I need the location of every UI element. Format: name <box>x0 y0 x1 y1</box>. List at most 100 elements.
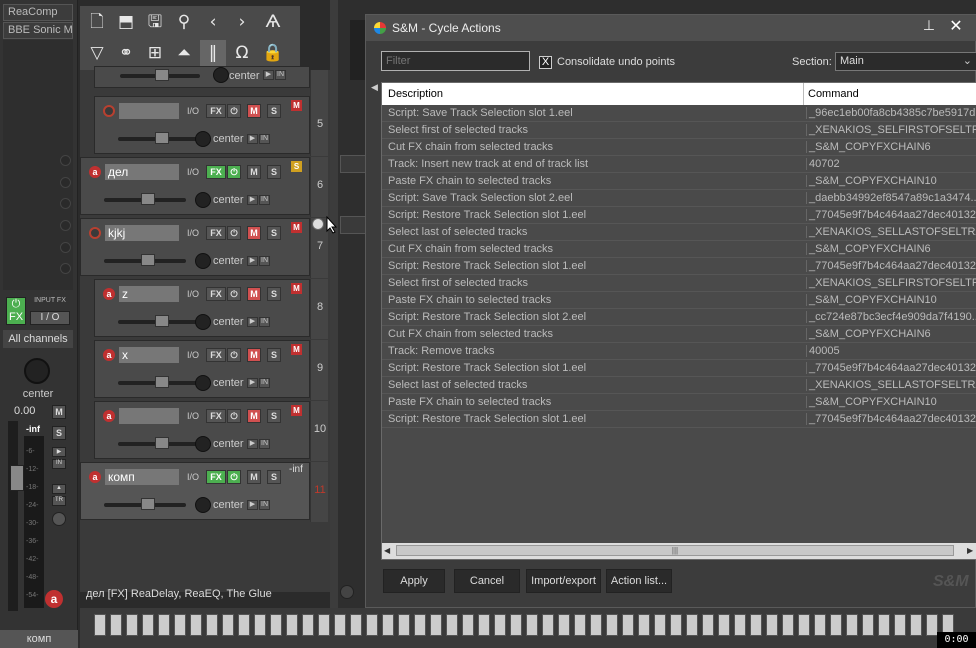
key-slot[interactable] <box>254 614 266 636</box>
list-item[interactable]: Paste FX chain to selected tracks _S&M_CO… <box>382 292 976 309</box>
track-panel[interactable]: a x I/O FX ⏻ M Scenter ▶ IN <box>94 340 310 398</box>
key-slot[interactable] <box>318 614 330 636</box>
close-icon[interactable]: ✕ <box>944 16 968 38</box>
key-slot[interactable] <box>366 614 378 636</box>
play-icon[interactable]: ▶ <box>247 439 258 449</box>
new-project-icon[interactable]: 🗋 <box>84 9 110 35</box>
list-item[interactable]: Script: Save Track Selection slot 2.eel _… <box>382 190 976 207</box>
key-slot[interactable] <box>206 614 218 636</box>
track-name-field[interactable]: дел <box>105 164 179 180</box>
key-slot[interactable] <box>190 614 202 636</box>
pan-knob[interactable] <box>195 192 211 208</box>
solo-button[interactable]: S <box>267 226 281 240</box>
io-button[interactable]: I/O <box>183 166 203 179</box>
save-icon[interactable]: 🖫 <box>142 9 168 35</box>
io-button[interactable]: I/O <box>183 288 203 301</box>
key-slot[interactable] <box>478 614 490 636</box>
import-export-button[interactable]: Import/export <box>526 569 601 593</box>
key-slot[interactable] <box>222 614 234 636</box>
key-slot[interactable] <box>542 614 554 636</box>
filter-icon[interactable]: ▽ <box>84 40 110 66</box>
io-button[interactable]: I/O <box>183 105 203 118</box>
fx-bypass-icon[interactable]: ⏻ <box>227 165 241 179</box>
action-list-button[interactable]: Action list... <box>606 569 672 593</box>
record-arm-button[interactable]: a <box>103 288 115 300</box>
mute-button[interactable]: M <box>247 104 261 118</box>
key-slot[interactable] <box>558 614 570 636</box>
key-slot[interactable] <box>894 614 906 636</box>
input-button[interactable]: IN <box>52 459 66 469</box>
grid-icon[interactable]: ⊞ <box>142 40 168 66</box>
key-slot[interactable] <box>430 614 442 636</box>
volume-slider-thumb[interactable] <box>141 498 155 510</box>
solo-button[interactable]: S <box>267 165 281 179</box>
fx-enable-button[interactable]: ⏻ FX <box>6 297 26 325</box>
key-slot[interactable] <box>238 614 250 636</box>
attach-icon[interactable]: ⚲ <box>171 9 197 35</box>
track-panel[interactable]: a комп I/O FX ⏻ M Scenter ▶ IN <box>80 462 310 520</box>
record-arm-button[interactable]: a <box>45 590 63 608</box>
command-column-header[interactable]: Command <box>808 88 859 100</box>
pan-knob[interactable] <box>195 497 211 513</box>
key-slot[interactable] <box>446 614 458 636</box>
consolidate-checkbox[interactable]: X <box>539 56 552 69</box>
play-icon[interactable]: ▶ <box>263 70 274 80</box>
mute-button[interactable]: M <box>247 165 261 179</box>
fx-slot-2[interactable]: BBE Sonic M <box>3 22 73 39</box>
key-slot[interactable] <box>590 614 602 636</box>
key-slot[interactable] <box>510 614 522 636</box>
input-button[interactable]: IN <box>259 317 270 327</box>
play-icon[interactable]: ▶ <box>247 378 258 388</box>
input-button[interactable]: IN <box>259 134 270 144</box>
key-slot[interactable] <box>734 614 746 636</box>
snap-grid-icon[interactable]: ‖ <box>200 40 226 66</box>
fx-button[interactable]: FX <box>206 348 226 362</box>
key-slot[interactable] <box>654 614 666 636</box>
track-name-field[interactable]: kjkj <box>105 225 179 241</box>
list-item[interactable]: Select first of selected tracks _XENAKIOS… <box>382 122 976 139</box>
list-item[interactable]: Script: Restore Track Selection slot 2.e… <box>382 309 976 326</box>
record-arm-button[interactable] <box>89 227 101 239</box>
splitter[interactable] <box>330 0 338 648</box>
volume-slider-thumb[interactable] <box>155 437 169 449</box>
collapse-arrow-icon[interactable]: ◀ <box>371 82 379 102</box>
column-divider[interactable] <box>803 83 804 105</box>
list-item[interactable]: Script: Restore Track Selection slot 1.e… <box>382 360 976 377</box>
volume-slider-thumb[interactable] <box>155 132 169 144</box>
key-slot[interactable] <box>638 614 650 636</box>
scroll-left-icon[interactable] <box>340 585 354 599</box>
play-icon[interactable]: ▶ <box>247 134 258 144</box>
trim-button[interactable]: TR <box>52 496 66 506</box>
pan-knob[interactable] <box>24 358 50 384</box>
solo-button[interactable]: S <box>267 470 281 484</box>
key-slot[interactable] <box>830 614 842 636</box>
fx-bypass-icon[interactable]: ⏻ <box>227 287 241 301</box>
input-button[interactable]: IN <box>259 195 270 205</box>
list-item[interactable]: Select last of selected tracks _XENAKIOS_… <box>382 224 976 241</box>
pan-knob[interactable] <box>213 67 229 83</box>
fx-bypass-icon[interactable]: ⏻ <box>227 470 241 484</box>
track-name-field[interactable]: z <box>119 286 179 302</box>
key-slot[interactable] <box>702 614 714 636</box>
mute-button[interactable]: M <box>52 405 66 419</box>
fx-button[interactable]: FX <box>206 226 226 240</box>
volume-slider-thumb[interactable] <box>141 193 155 205</box>
key-slot[interactable] <box>686 614 698 636</box>
razor-icon[interactable]: Ѧ <box>260 9 286 35</box>
record-arm-button[interactable]: a <box>103 410 115 422</box>
key-slot[interactable] <box>750 614 762 636</box>
list-item[interactable]: Cut FX chain from selected tracks _S&M_CO… <box>382 241 976 258</box>
section-select[interactable]: Main ⌄ <box>835 52 976 71</box>
key-slot[interactable] <box>270 614 282 636</box>
io-button[interactable]: I/O <box>183 471 203 484</box>
mute-button[interactable]: M <box>247 409 261 423</box>
key-slot[interactable] <box>110 614 122 636</box>
key-slot[interactable] <box>94 614 106 636</box>
key-slot[interactable] <box>862 614 874 636</box>
key-slot[interactable] <box>494 614 506 636</box>
list-item[interactable]: Select last of selected tracks _XENAKIOS_… <box>382 377 976 394</box>
track-name-field[interactable] <box>119 103 179 119</box>
track-name-field[interactable]: x <box>119 347 179 363</box>
key-slot[interactable] <box>814 614 826 636</box>
input-button[interactable]: IN <box>275 70 286 80</box>
